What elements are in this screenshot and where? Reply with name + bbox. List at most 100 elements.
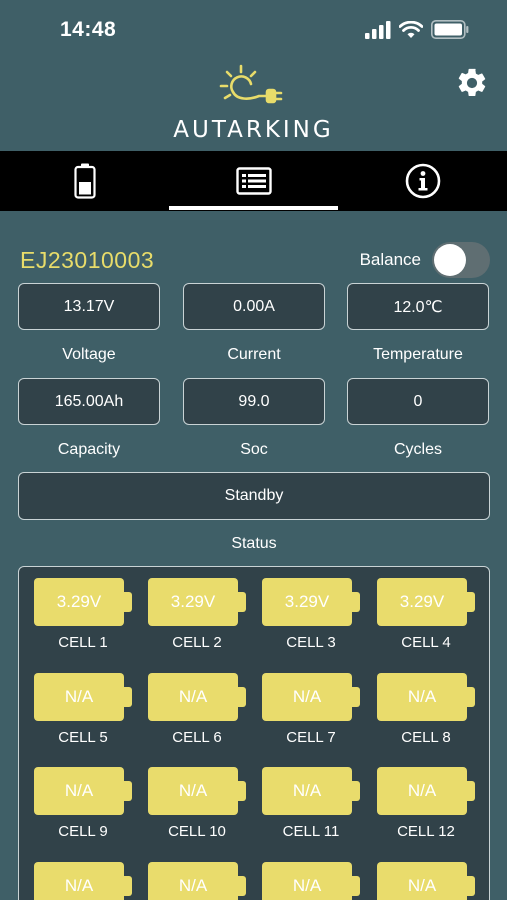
cell-voltage: 3.29V [377, 578, 467, 626]
cell-battery: N/A [377, 673, 475, 721]
cell-voltage: N/A [377, 673, 467, 721]
cell-battery: N/A [377, 862, 475, 900]
cell-item: N/A CELL 5 [34, 673, 132, 751]
cells-panel: 3.29V CELL 1 3.29V CELL 2 3.29V CELL 3 3… [18, 566, 490, 900]
battery-icon [73, 163, 96, 199]
cell-item: N/A CELL 10 [148, 767, 246, 845]
cell-name: CELL 6 [172, 729, 222, 746]
cell-battery: 3.29V [34, 578, 132, 626]
cell-battery: N/A [262, 767, 360, 815]
cell-item: N/A [34, 862, 132, 900]
balance-toggle[interactable] [432, 242, 490, 278]
status-bar: 14:48 [0, 0, 507, 60]
battery-tip [238, 876, 246, 896]
cell-item: 3.29V CELL 4 [377, 578, 475, 656]
temperature-label: Temperature [373, 346, 463, 363]
cell-item: N/A CELL 8 [377, 673, 475, 751]
cell-voltage: N/A [148, 862, 238, 900]
cell-battery: N/A [34, 862, 132, 900]
battery-tip [238, 781, 246, 801]
voltage-label: Voltage [62, 346, 116, 363]
cell-battery: N/A [148, 862, 246, 900]
status-time: 14:48 [60, 18, 117, 41]
signal-icon [365, 20, 391, 39]
cell-battery: 3.29V [262, 578, 360, 626]
battery-tip [467, 876, 475, 896]
cell-item: N/A [377, 862, 475, 900]
cell-voltage: N/A [34, 673, 124, 721]
cell-voltage: N/A [377, 862, 467, 900]
current-value: 0.00A [183, 283, 325, 330]
cell-name: CELL 5 [58, 729, 108, 746]
battery-tip [352, 687, 360, 707]
status-value: Standby [18, 472, 490, 520]
temperature-value: 12.0℃ [347, 283, 489, 330]
cell-battery: N/A [377, 767, 475, 815]
cell-name: CELL 10 [168, 823, 226, 840]
cell-name: CELL 1 [58, 634, 108, 651]
cell-item: N/A CELL 9 [34, 767, 132, 845]
cell-voltage: N/A [377, 767, 467, 815]
cell-item: N/A [148, 862, 246, 900]
cell-item: 3.29V CELL 2 [148, 578, 246, 656]
cell-name: CELL 3 [286, 634, 336, 651]
cell-name: CELL 7 [286, 729, 336, 746]
battery-tip [124, 592, 132, 612]
device-serial: EJ23010003 [20, 247, 155, 273]
cell-voltage: N/A [34, 862, 124, 900]
capacity-label: Capacity [57, 441, 121, 458]
cell-name: CELL 4 [401, 634, 451, 651]
tab-list[interactable] [169, 151, 338, 211]
current-label: Current [227, 346, 281, 363]
battery-tip [467, 592, 475, 612]
battery-tip [352, 781, 360, 801]
cell-item: N/A CELL 12 [377, 767, 475, 845]
cell-battery: N/A [34, 673, 132, 721]
gear-icon[interactable] [455, 66, 489, 100]
status-icons [365, 20, 469, 39]
cell-item: N/A CELL 7 [262, 673, 360, 751]
header: AUTARKING [0, 60, 507, 151]
battery-tip [238, 687, 246, 707]
cell-name: CELL 12 [397, 823, 455, 840]
soc-value: 99.0 [183, 378, 325, 425]
cell-battery: N/A [262, 862, 360, 900]
cell-voltage: 3.29V [34, 578, 124, 626]
battery-tip [124, 876, 132, 896]
tab-bar [0, 151, 507, 211]
capacity-value: 165.00Ah [18, 378, 160, 425]
cell-item: 3.29V CELL 3 [262, 578, 360, 656]
cell-voltage: 3.29V [148, 578, 238, 626]
cell-voltage: N/A [262, 767, 352, 815]
wifi-icon [399, 20, 423, 38]
cell-battery: 3.29V [377, 578, 475, 626]
battery-status-icon [431, 20, 469, 39]
brand-logo: AUTARKING [0, 64, 507, 143]
tab-info[interactable] [338, 151, 507, 211]
cell-name: CELL 9 [58, 823, 108, 840]
cell-voltage: 3.29V [262, 578, 352, 626]
battery-tip [352, 592, 360, 612]
cell-battery: N/A [262, 673, 360, 721]
cycles-value: 0 [347, 378, 489, 425]
cell-name: CELL 8 [401, 729, 451, 746]
balance-toggle-knob [434, 244, 466, 276]
cell-voltage: N/A [148, 673, 238, 721]
battery-tip [124, 687, 132, 707]
voltage-value: 13.17V [18, 283, 160, 330]
battery-tip [124, 781, 132, 801]
cell-battery: N/A [34, 767, 132, 815]
cell-item: N/A [262, 862, 360, 900]
brand-name: AUTARKING [173, 117, 334, 143]
info-icon [405, 163, 440, 199]
cell-item: 3.29V CELL 1 [34, 578, 132, 656]
list-icon [235, 167, 272, 195]
cell-voltage: N/A [34, 767, 124, 815]
soc-label: Soc [240, 441, 268, 458]
cell-battery: N/A [148, 767, 246, 815]
cell-battery: 3.29V [148, 578, 246, 626]
status-label: Status [231, 535, 277, 552]
tab-battery[interactable] [0, 151, 169, 211]
battery-tip [467, 687, 475, 707]
cell-voltage: N/A [262, 862, 352, 900]
